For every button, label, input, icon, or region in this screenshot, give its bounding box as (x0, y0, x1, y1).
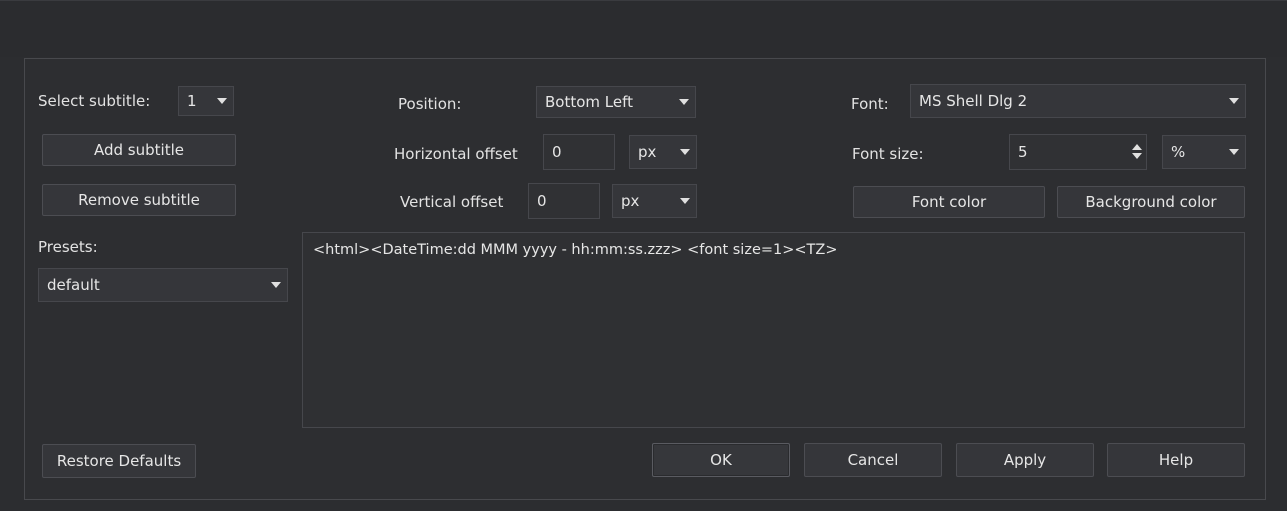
chevron-down-icon (1223, 98, 1245, 104)
background-color-button[interactable]: Background color (1057, 186, 1245, 218)
presets-label: Presets: (38, 238, 98, 256)
chevron-down-icon (674, 149, 696, 155)
dialog-title-area (0, 0, 1287, 57)
chevron-down-icon (211, 98, 233, 104)
horizontal-offset-label: Horizontal offset (394, 145, 518, 163)
presets-select[interactable]: default (38, 268, 288, 302)
font-color-button[interactable]: Font color (853, 186, 1045, 218)
vertical-unit-value: px (621, 192, 640, 210)
vertical-unit-select[interactable]: px (612, 184, 697, 218)
chevron-down-icon (1223, 149, 1245, 155)
font-size-label: Font size: (852, 145, 924, 163)
position-label: Position: (398, 95, 462, 113)
subtitle-select[interactable]: 1 (178, 86, 234, 116)
subtitle-select-value: 1 (187, 92, 197, 110)
font-select[interactable]: MS Shell Dlg 2 (910, 84, 1246, 118)
font-size-spinbox[interactable]: 5 (1009, 134, 1147, 170)
font-select-value: MS Shell Dlg 2 (919, 92, 1028, 110)
spin-arrows-icon[interactable] (1130, 137, 1144, 165)
font-size-unit-value: % (1171, 143, 1186, 161)
font-size-unit-select[interactable]: % (1162, 135, 1246, 169)
add-subtitle-button[interactable]: Add subtitle (42, 134, 236, 166)
font-size-value: 5 (1018, 143, 1028, 161)
restore-defaults-button[interactable]: Restore Defaults (42, 444, 196, 478)
horizontal-unit-select[interactable]: px (629, 135, 697, 169)
position-select-value: Bottom Left (545, 93, 634, 111)
cancel-button[interactable]: Cancel (804, 443, 942, 477)
apply-button[interactable]: Apply (956, 443, 1094, 477)
presets-select-value: default (47, 276, 100, 294)
chevron-down-icon (673, 99, 695, 105)
horizontal-unit-value: px (638, 143, 657, 161)
vertical-offset-label: Vertical offset (400, 193, 504, 211)
vertical-offset-input[interactable]: 0 (528, 183, 600, 219)
ok-button[interactable]: OK (652, 443, 790, 477)
chevron-down-icon (674, 198, 696, 204)
horizontal-offset-input[interactable]: 0 (543, 134, 615, 170)
font-label: Font: (851, 95, 889, 113)
position-select[interactable]: Bottom Left (536, 86, 696, 118)
chevron-down-icon (265, 282, 287, 288)
select-subtitle-label: Select subtitle: (38, 92, 151, 110)
subtitle-text-editor[interactable]: <html><DateTime:dd MMM yyyy - hh:mm:ss.z… (302, 232, 1245, 428)
help-button[interactable]: Help (1107, 443, 1245, 477)
remove-subtitle-button[interactable]: Remove subtitle (42, 184, 236, 216)
